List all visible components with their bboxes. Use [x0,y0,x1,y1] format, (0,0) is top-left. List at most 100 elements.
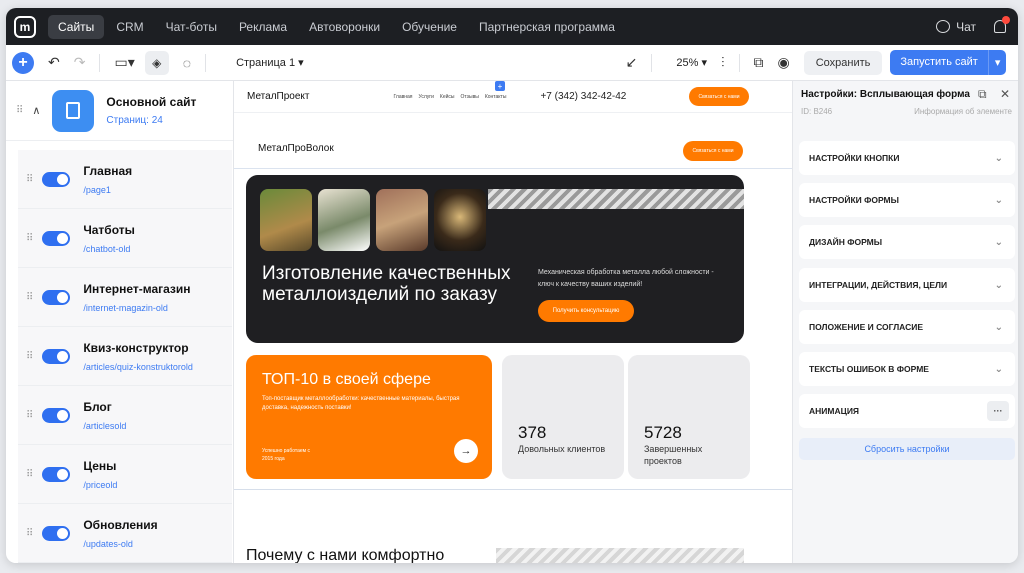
add-block-icon[interactable]: + [495,81,505,91]
page-row[interactable]: ⠿ Интернет-магазин/internet-magazin-old [18,268,232,327]
drag-handle-icon[interactable]: ⠿ [26,233,33,244]
zoom-select[interactable]: 25% ▾ [676,56,707,69]
page-url: /page1 [83,184,111,195]
drag-handle-icon[interactable]: ⠿ [26,292,33,303]
drag-handle-icon[interactable]: ⠿ [26,528,33,539]
top10-footnote[interactable]: Успешно работаем с 2015 года [262,447,322,463]
site-name[interactable]: Основной сайт [106,95,196,109]
section-label: ДИЗАЙН ФОРМЫ [809,237,883,247]
page-row[interactable]: ⠿ Обновления/updates-old [18,504,232,563]
page-row[interactable]: ⠿ Блог/articlesold [18,386,232,445]
section-animation[interactable]: АНИМАЦИЯ ··· [799,394,1015,428]
app-logo[interactable]: m [14,15,36,38]
editor-canvas[interactable]: МеталПроект Главная Услуги Кейсы Отзывы … [234,81,792,563]
hero-block[interactable]: Изготовление качественных металлоизделий… [246,175,744,343]
section-position-consent[interactable]: ПОЛОЖЕНИЕ И СОГЛАСИЕ ⌄ [799,310,1015,344]
site-logo[interactable]: МеталПроект [247,91,309,102]
page-toggle[interactable] [42,230,71,246]
nav-item-ads[interactable]: Реклама [229,15,297,39]
chat-icon[interactable] [936,20,951,33]
page-select-value: Страница 1 [236,57,296,69]
hero-description[interactable]: Механическая обработка металла любой сло… [538,267,718,291]
site-nav-item[interactable]: Кейсы [440,94,455,100]
page-row[interactable]: ⠿ Цены/priceold [18,445,232,504]
why-title[interactable]: Почему с нами комфортно работать? [246,546,486,563]
drop-icon[interactable]: ◌ [183,55,191,71]
chevron-down-icon: ⌄ [994,236,1003,248]
page-toggle[interactable] [42,289,71,305]
zoom-value: 25% [676,57,699,69]
drag-handle-icon[interactable]: ⠿ [26,469,33,480]
section-form-settings[interactable]: НАСТРОЙКИ ФОРМЫ ⌄ [799,183,1015,217]
page-row[interactable]: ⠿ Чатботы/chatbot-old [18,209,232,268]
close-icon[interactable]: ✕ [1000,87,1010,101]
drag-handle-icon[interactable]: ⠿ [26,174,33,185]
reset-settings-button[interactable]: Сбросить настройки [799,438,1015,460]
section-form-design[interactable]: ДИЗАЙН ФОРМЫ ⌄ [799,225,1015,259]
page-url: /updates-old [83,538,133,549]
page-row[interactable]: ⠿ Квиз-конструктор/articles/quiz-konstru… [18,327,232,386]
photo-street[interactable] [376,189,428,251]
site-nav-item[interactable]: Отзывы [461,94,479,100]
sliders-icon[interactable]: ⫶ [721,54,725,71]
photo-lions[interactable] [260,189,312,251]
section-error-texts[interactable]: ТЕКСТЫ ОШИБОК В ФОРМЕ ⌄ [799,352,1015,386]
page-toggle[interactable] [42,466,71,482]
stat-card[interactable]: 5728 Завершенных проектов [628,355,750,479]
contact-button-2[interactable]: Связаться с нами [683,141,743,161]
desktop-icon[interactable]: ▭▾ [114,54,134,71]
photo-light[interactable] [434,189,486,251]
photo-car[interactable] [318,189,370,251]
page-row[interactable]: ⠿ Главная/page1 [18,150,232,209]
page-toggle[interactable] [42,348,71,364]
arrow-right-icon[interactable]: → [454,439,478,463]
nav-item-learning[interactable]: Обучение [392,15,467,39]
chevron-up-icon[interactable]: ∧ [32,104,40,117]
page-select[interactable]: Страница 1 ▾ [236,56,304,69]
nav-item-funnels[interactable]: Автоворонки [299,15,390,39]
top10-title[interactable]: ТОП-10 в своей сфере [262,371,431,389]
chat-label[interactable]: Чат [956,20,976,34]
site-phone[interactable]: +7 (342) 342-42-42 [540,91,626,102]
drag-handle-icon[interactable]: ⠿ [26,410,33,421]
layers-icon[interactable]: ◈ [144,50,169,75]
save-button[interactable]: Сохранить [803,50,883,75]
top10-card[interactable]: ТОП-10 в своей сфере Топ-поставщик метал… [246,355,492,479]
drag-handle-icon[interactable]: ⠿ [26,351,33,362]
launch-button[interactable]: Запустить сайт ▾ [890,50,1007,75]
site-nav-item[interactable]: Услуги [419,94,434,100]
more-icon[interactable]: ··· [987,401,1009,421]
copy-icon[interactable]: ⧉ [978,87,987,101]
hero-title[interactable]: Изготовление качественных металлоизделий… [262,263,532,305]
nav-item-chatbots[interactable]: Чат-боты [156,15,227,39]
chevron-down-icon[interactable]: ▾ [987,50,1007,75]
eye-icon[interactable]: ◉ [778,54,790,71]
section-integrations[interactable]: ИНТЕГРАЦИИ, ДЕЙСТВИЯ, ЦЕЛИ ⌄ [799,268,1015,302]
page-toggle[interactable] [42,525,71,541]
site-nav-item[interactable]: Контакты [485,94,507,100]
nav-item-partners[interactable]: Партнерская программа [469,15,625,39]
stat-card[interactable]: 378 Довольных клиентов [502,355,624,479]
collapse-icon[interactable]: ↙ [626,54,638,71]
site-logo-2[interactable]: МеталПроВолок [258,143,334,154]
element-info-link[interactable]: Информация об элементе [914,107,1012,116]
redo-icon[interactable]: ↷ [74,54,86,71]
contact-button[interactable]: Связаться с нами [689,87,749,106]
launch-label[interactable]: Запустить сайт [890,50,987,75]
bell-icon[interactable] [994,16,1010,33]
toolbar-divider [651,53,653,72]
section-button-settings[interactable]: НАСТРОЙКИ КНОПКИ ⌄ [799,141,1015,175]
page-toggle[interactable] [42,171,71,187]
nav-item-sites[interactable]: Сайты [48,14,105,39]
top10-description[interactable]: Топ-поставщик металлообработки: качестве… [262,395,482,413]
page-toggle[interactable] [42,407,71,423]
external-link-icon[interactable]: ⧉ [754,54,764,71]
consult-button[interactable]: Получить консультацию [538,300,634,322]
site-nav-item[interactable]: Главная [393,94,412,100]
undo-icon[interactable]: ↶ [48,54,60,71]
chevron-down-icon: ⌄ [994,152,1003,164]
drag-handle-icon[interactable]: ⠿ [16,105,23,116]
plus-icon[interactable]: + [12,51,34,74]
nav-item-crm[interactable]: CRM [106,15,153,39]
toolbar-divider [738,53,740,72]
